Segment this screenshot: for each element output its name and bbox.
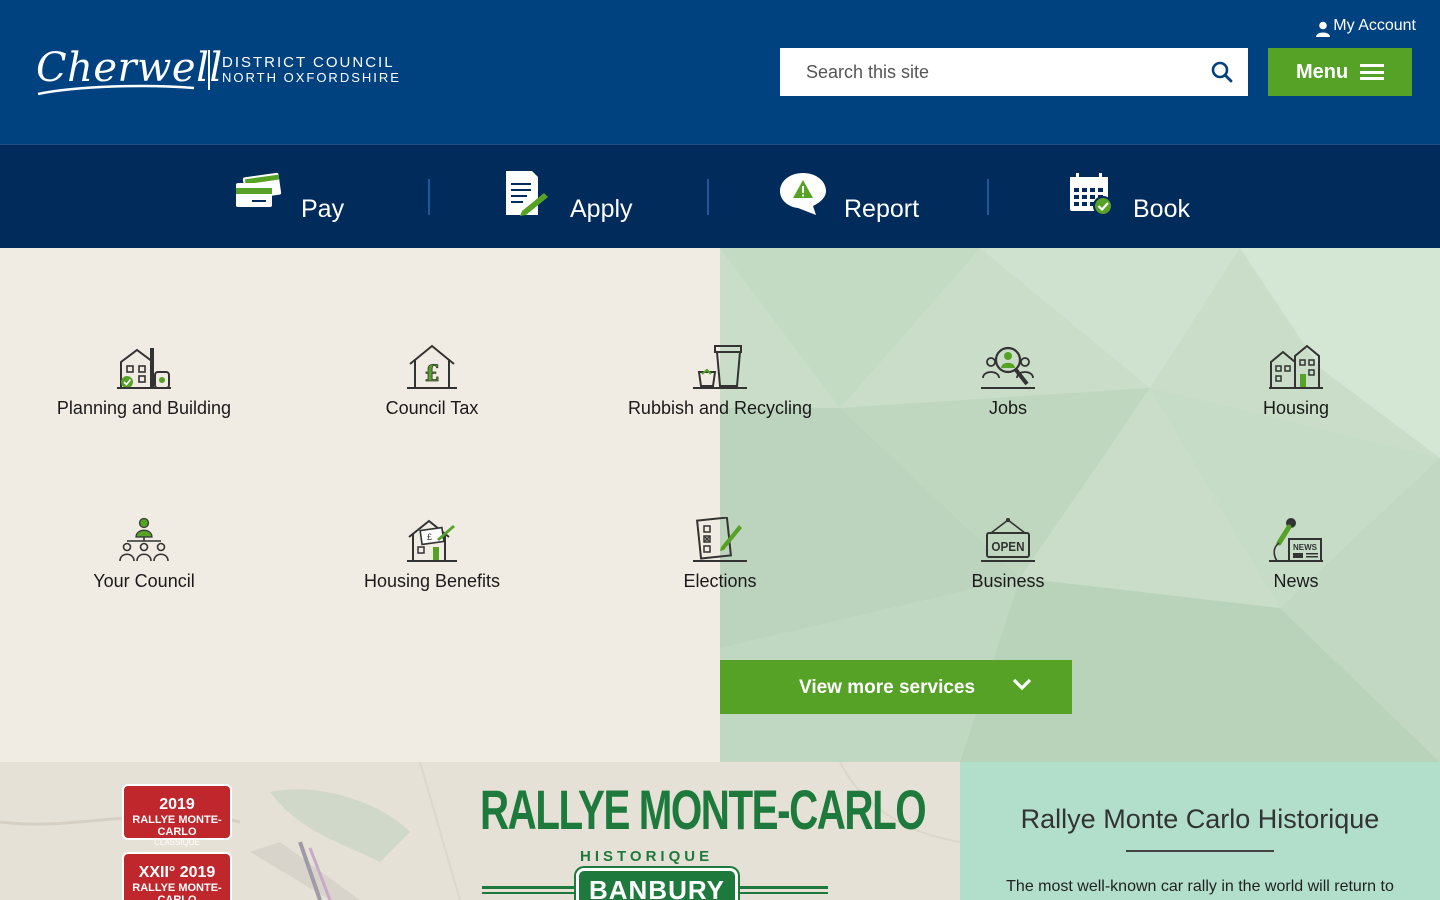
hamburger-icon [1360,64,1384,80]
credit-cards-icon [236,172,282,207]
logo-divider [208,50,210,90]
council-logo[interactable]: Cherwell DISTRICT COUNCIL NORTH OXFORDSH… [36,46,406,102]
user-icon [1316,21,1331,37]
rallye-banner-title: RALLYE MONTE-CARLO [480,778,927,841]
service-planning-building[interactable]: Planning and Building [0,344,288,464]
council-tax-icon: £ [407,344,457,389]
action-book[interactable]: Book [1070,145,1220,249]
action-pay[interactable]: Pay [236,145,376,249]
action-divider [707,179,709,215]
svg-text:OPEN: OPEN [991,539,1024,554]
action-divider [987,179,989,215]
planning-building-icon [117,348,171,389]
chevron-down-icon [1012,678,1032,691]
site-header: Cherwell DISTRICT COUNCIL NORTH OXFORDSH… [0,0,1440,144]
service-news[interactable]: NEWS News [1152,517,1440,637]
view-more-services-label: View more services [799,677,976,698]
warning-bubble-icon [780,173,826,215]
service-label: Rubbish and Recycling [627,398,813,418]
housing-icon [1269,344,1323,389]
jobs-search-icon [981,346,1035,389]
badge-line: RALLYE MONTE-CARLO [132,882,222,900]
service-label: Elections [683,571,757,591]
action-book-label: Book [1133,195,1190,223]
search-box [780,48,1248,96]
svg-text:£: £ [424,361,439,387]
service-jobs[interactable]: Jobs [864,344,1152,464]
service-label: Housing Benefits [363,571,501,591]
search-input[interactable] [780,48,1200,96]
logo-swoosh-icon [37,84,195,96]
services-background-left [0,248,720,762]
action-pay-label: Pay [301,195,345,223]
badge-year: 2019 [159,796,195,813]
svg-text:NEWS: NEWS [1293,543,1318,552]
menu-label: Menu [1296,60,1349,83]
service-label: Your Council [93,571,195,591]
service-elections[interactable]: Elections [576,517,864,637]
search-icon[interactable] [1210,60,1234,84]
rubbish-bin-icon [693,345,747,389]
service-label: Council Tax [385,398,479,418]
rallye-banner-subtitle: HISTORIQUE [580,848,714,865]
rallye-banner-image[interactable]: 2019 RALLYE MONTE-CARLO CLASSIQUE XXII° … [0,762,960,900]
feature-panel: Rallye Monte Carlo Historique The most w… [960,762,1440,900]
service-label: News [1273,571,1319,591]
action-report[interactable]: Report [780,145,930,249]
badge-small: CLASSIQUE [154,838,200,847]
business-open-sign-icon: OPEN [981,518,1035,562]
menu-button[interactable]: Menu [1268,48,1412,96]
news-icon: NEWS [1269,518,1323,562]
action-report-label: Report [844,195,920,223]
logo-north-oxfordshire: NORTH OXFORDSHIRE [222,70,401,85]
service-housing[interactable]: Housing [1152,344,1440,464]
rallye-badge-xxii: XXII° 2019 RALLYE MONTE-CARLO [122,852,232,900]
service-council-tax[interactable]: £ Council Tax [288,344,576,464]
your-council-icon [119,517,169,562]
my-account-link[interactable]: My Account [1316,16,1416,37]
service-business[interactable]: OPEN Business [864,517,1152,637]
action-apply-label: Apply [570,195,633,223]
service-label: Planning and Building [56,398,232,418]
feature-title-rule [1126,850,1274,852]
badge-year: XXII° 2019 [138,864,216,881]
form-pen-icon [506,171,548,216]
svg-text:£: £ [427,532,432,542]
calendar-check-icon [1070,173,1113,216]
service-your-council[interactable]: Your Council [0,517,288,637]
service-label: Housing [1262,398,1330,418]
service-label: Jobs [988,398,1028,418]
action-apply[interactable]: Apply [506,145,656,249]
feature-section: 2019 RALLYE MONTE-CARLO CLASSIQUE XXII° … [0,762,1440,900]
view-more-services-button[interactable]: View more services [720,660,1072,714]
action-divider [428,179,430,215]
rallye-badge-2019-classique: 2019 RALLYE MONTE-CARLO CLASSIQUE [122,784,232,847]
feature-text: The most well-known car rally in the wor… [1006,878,1394,895]
feature-title[interactable]: Rallye Monte Carlo Historique [960,804,1440,835]
housing-benefits-icon: £ [407,519,457,562]
service-label: Business [971,571,1045,591]
badge-line: RALLYE MONTE-CARLO [132,814,222,838]
rallye-banner-town: BANBURY [576,868,738,900]
elections-ballot-icon [693,517,747,562]
service-rubbish-recycling[interactable]: Rubbish and Recycling [576,344,864,464]
quick-actions-bar: Pay Apply Report Book [0,144,1440,248]
my-account-label: My Account [1333,17,1416,34]
service-housing-benefits[interactable]: £ Housing Benefits [288,517,576,637]
